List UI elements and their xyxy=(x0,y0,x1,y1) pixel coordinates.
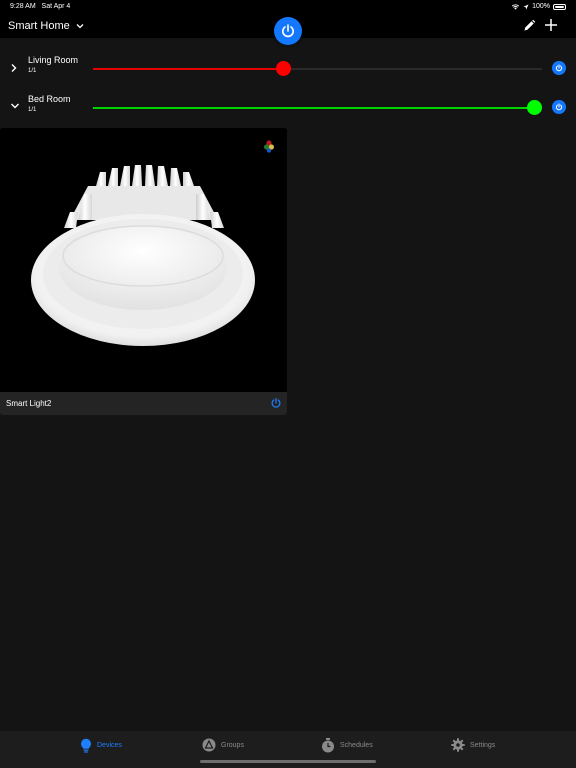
home-indicator[interactable] xyxy=(200,760,376,763)
bulb-icon xyxy=(81,738,91,753)
device-card[interactable]: Smart Light2 xyxy=(0,128,287,415)
device-power-button[interactable] xyxy=(270,397,282,409)
slider-fill xyxy=(93,68,284,70)
battery-percent: 100% xyxy=(532,3,550,10)
status-time-date: 9:28 AM Sat Apr 4 xyxy=(10,3,70,10)
home-selector[interactable]: Smart Home xyxy=(8,20,84,32)
slider-thumb[interactable] xyxy=(276,61,291,76)
tab-label: Groups xyxy=(221,741,244,749)
color-palette-icon[interactable] xyxy=(262,139,276,153)
group-device-count: 1/1 xyxy=(28,107,37,113)
tab-settings[interactable]: Settings xyxy=(451,738,495,752)
tab-label: Devices xyxy=(97,742,122,749)
battery-icon xyxy=(553,3,566,10)
group-row-bed-room[interactable]: Bed Room 1/1 xyxy=(0,90,576,126)
chevron-down-icon xyxy=(76,24,84,29)
group-power-button[interactable] xyxy=(552,61,566,75)
power-icon xyxy=(282,24,294,38)
tab-label: Schedules xyxy=(340,742,373,749)
brightness-slider[interactable] xyxy=(93,61,542,76)
tab-label: Settings xyxy=(470,741,496,749)
tab-devices[interactable]: Devices xyxy=(80,738,122,753)
tab-groups[interactable]: Groups xyxy=(202,738,244,752)
home-title: Smart Home xyxy=(8,20,70,32)
group-row-living-room[interactable]: Living Room 1/1 xyxy=(0,51,576,87)
group-name: Living Room xyxy=(28,55,79,65)
group-power-button[interactable] xyxy=(552,100,566,114)
edit-icon[interactable] xyxy=(522,19,536,33)
power-icon xyxy=(555,64,563,72)
status-bar: 9:28 AM Sat Apr 4 100% xyxy=(0,0,576,14)
brightness-slider[interactable] xyxy=(93,100,542,115)
slider-thumb[interactable] xyxy=(527,100,542,115)
slider-fill xyxy=(93,107,534,109)
tab-schedules[interactable]: Schedules xyxy=(321,738,373,753)
groups-icon xyxy=(202,738,216,752)
add-icon[interactable] xyxy=(543,17,559,33)
downlight-image xyxy=(0,128,287,392)
status-time: 9:28 AM xyxy=(10,3,36,10)
power-icon xyxy=(555,103,563,111)
location-icon xyxy=(523,4,529,9)
gear-icon xyxy=(451,738,465,752)
group-device-count: 1/1 xyxy=(28,68,37,74)
chevron-right-icon[interactable] xyxy=(10,63,18,73)
device-name: Smart Light2 xyxy=(6,399,52,408)
clock-icon xyxy=(322,738,334,753)
device-card-footer: Smart Light2 xyxy=(0,392,287,415)
chevron-down-icon[interactable] xyxy=(10,102,20,110)
status-date: Sat Apr 4 xyxy=(41,3,71,10)
master-power-button[interactable] xyxy=(274,17,302,45)
group-name: Bed Room xyxy=(28,94,71,104)
status-indicators: 100% xyxy=(511,3,566,10)
wifi-icon xyxy=(511,4,520,10)
